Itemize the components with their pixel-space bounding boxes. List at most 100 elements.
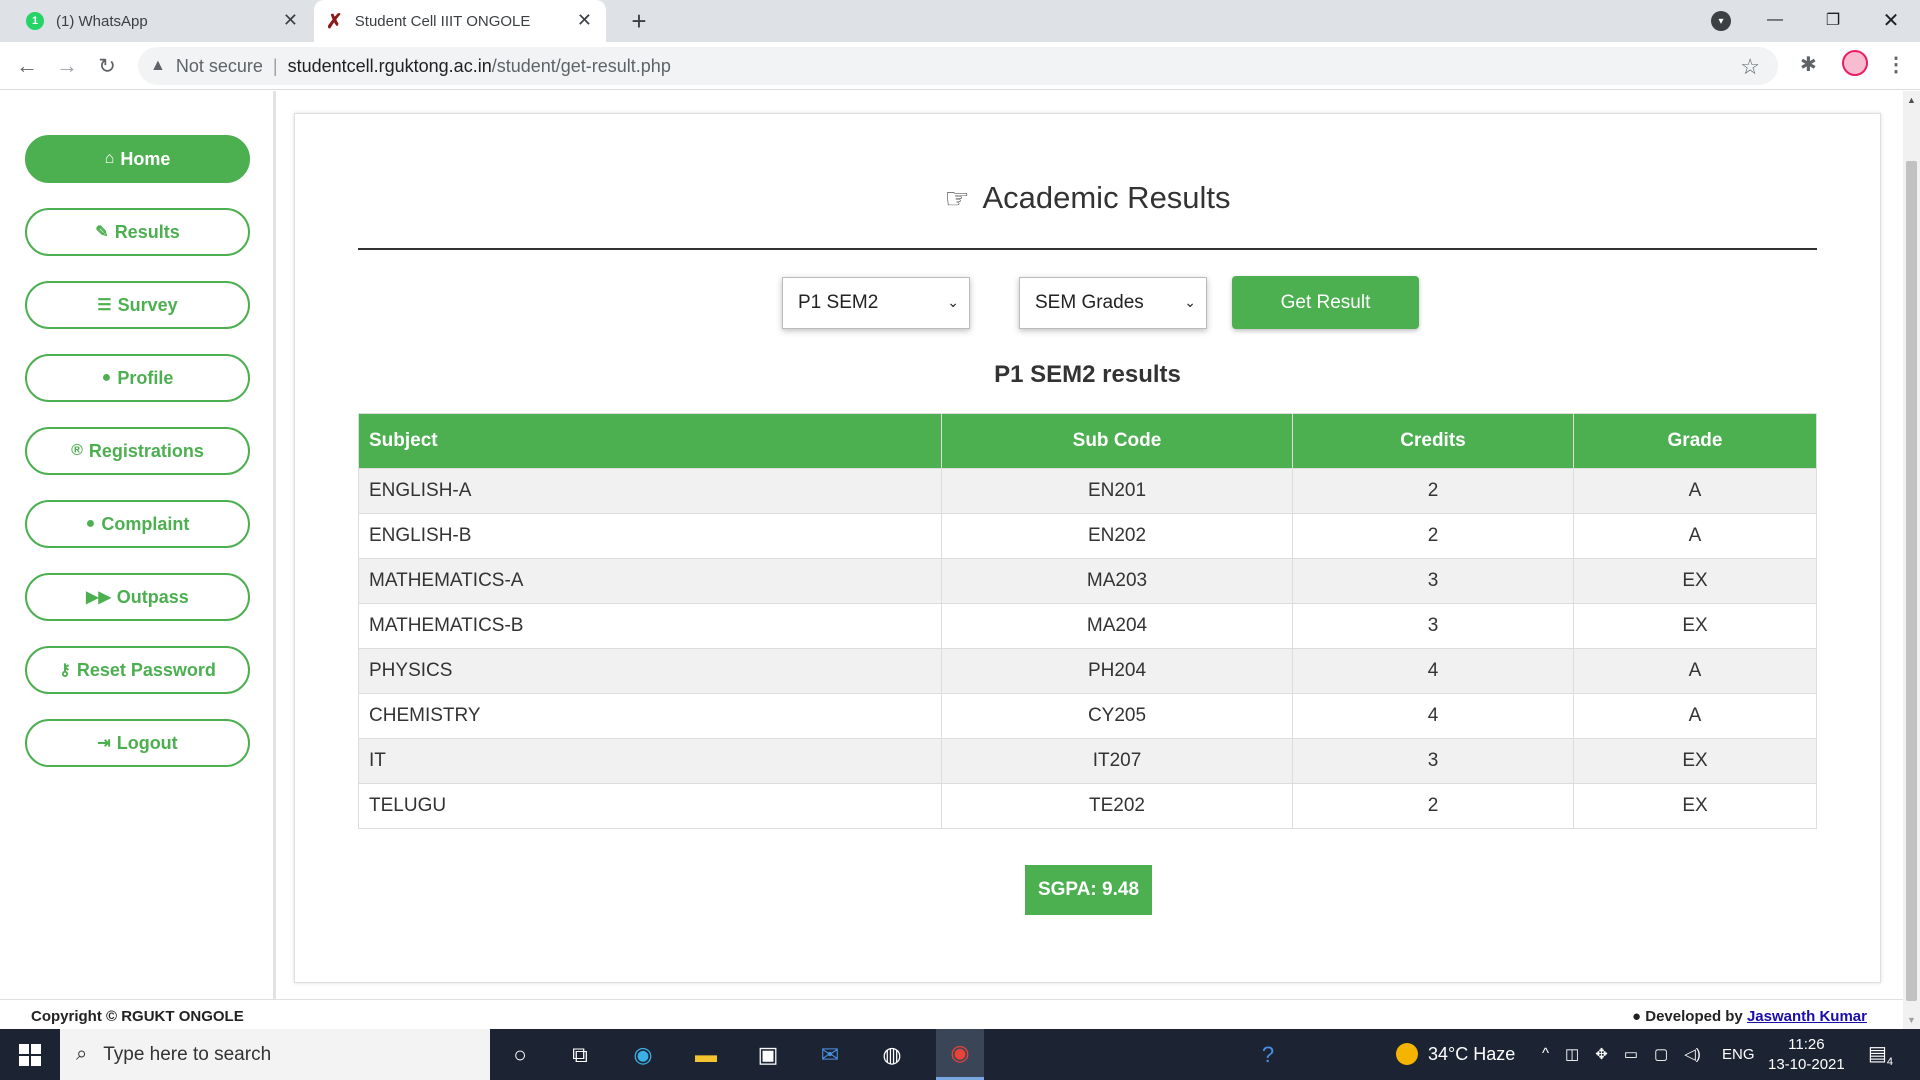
cell-sub-code: IT207 (941, 738, 1293, 784)
tab-student-cell[interactable]: ✗ Student Cell IIIT ONGOLE ✕ (314, 0, 606, 42)
new-tab-button[interactable]: + (624, 6, 654, 36)
security-label[interactable]: Not secure (176, 56, 263, 77)
start-button[interactable] (0, 1029, 60, 1080)
url-host: studentcell.rguktong.ac.in (287, 55, 492, 76)
cell-credits: 3 (1292, 738, 1574, 784)
search-icon: ⌕ (76, 1043, 88, 1065)
cell-subject: PHYSICS (358, 648, 942, 694)
store-icon[interactable]: ▣ (750, 1037, 786, 1073)
network-icon[interactable]: ▢ (1654, 1045, 1668, 1063)
url-text[interactable]: studentcell.rguktong.ac.in/student/get-r… (288, 56, 671, 77)
meet-now-icon[interactable]: ◫ (1565, 1045, 1579, 1063)
result-title: P1 SEM2 results (994, 361, 1181, 388)
result-type-select[interactable]: SEM Grades ⌄ (1019, 277, 1207, 329)
language-indicator[interactable]: ENG (1722, 1046, 1755, 1063)
table-row: MATHEMATICS-A MA203 3 EX (358, 558, 1817, 604)
heading-divider (358, 248, 1817, 250)
kebab-menu-icon[interactable]: ⋮ (1886, 52, 1906, 77)
mail-icon[interactable]: ✉ (812, 1037, 848, 1073)
reload-icon[interactable]: ↻ (93, 52, 121, 80)
taskbar-search-box[interactable]: ⌕ Type here to search (60, 1029, 490, 1080)
bookmark-star-icon[interactable]: ☆ (1740, 54, 1760, 80)
semester-select[interactable]: P1 SEM2 ⌄ (782, 277, 970, 329)
dropbox-icon[interactable]: ✥ (1595, 1045, 1608, 1063)
sidebar-item-label: Profile (117, 367, 174, 388)
column-header-grade: Grade (1573, 413, 1817, 469)
volume-icon[interactable]: ◁) (1684, 1045, 1701, 1063)
cell-sub-code: PH204 (941, 648, 1293, 694)
sidebar-item-label: Survey (117, 294, 178, 315)
close-window-button[interactable]: ✕ (1868, 4, 1914, 36)
chrome-icon[interactable]: ◉ (936, 1029, 984, 1080)
tab-search-icon[interactable]: ▾ (1711, 11, 1731, 31)
scroll-down-arrow-icon[interactable]: ▼ (1907, 1015, 1916, 1025)
page-footer: Copyright © RGUKT ONGOLE ● Developed by … (0, 999, 1903, 1029)
battery-icon[interactable]: ▭ (1624, 1045, 1638, 1063)
sidebar-item-survey[interactable]: ☰ Survey (25, 281, 250, 329)
sidebar-item-logout[interactable]: ⇥ Logout (25, 719, 250, 767)
home-icon: ⌂ (104, 150, 115, 167)
sidebar-item-registrations[interactable]: ® Registrations (25, 427, 250, 475)
sidebar-item-results[interactable]: ✎ Results (25, 208, 250, 256)
column-header-subject: Subject (358, 413, 942, 469)
address-bar[interactable]: ▲ Not secure | studentcell.rguktong.ac.i… (138, 47, 1778, 85)
notification-icon[interactable]: ▤4 (1868, 1041, 1893, 1068)
cell-sub-code: EN202 (941, 513, 1293, 559)
page-scrollbar[interactable]: ▲ ▼ (1903, 91, 1920, 1029)
cell-grade: EX (1573, 558, 1817, 604)
app-icon[interactable]: ◍ (874, 1037, 910, 1073)
cell-credits: 3 (1292, 558, 1574, 604)
comment-icon: ● (85, 515, 96, 532)
weather-text: 34°C Haze (1428, 1043, 1516, 1064)
sidebar-item-home[interactable]: ⌂ Home (25, 135, 250, 183)
chevron-up-icon[interactable]: ^ (1542, 1045, 1549, 1063)
cell-sub-code: CY205 (941, 693, 1293, 739)
cell-subject: ENGLISH-B (358, 513, 942, 559)
developer-link[interactable]: Jaswanth Kumar (1747, 1008, 1867, 1025)
forward-arrow-icon[interactable]: → (53, 52, 81, 80)
cell-grade: A (1573, 468, 1817, 514)
scrollbar-thumb[interactable] (1906, 161, 1917, 1001)
tab-whatsapp[interactable]: 1 (1) WhatsApp ✕ (12, 0, 312, 42)
cell-grade: EX (1573, 603, 1817, 649)
weather-widget[interactable]: 34°C Haze (1396, 1043, 1515, 1065)
scroll-up-arrow-icon[interactable]: ▲ (1907, 95, 1916, 105)
back-arrow-icon[interactable]: ← (13, 52, 41, 80)
cell-subject: MATHEMATICS-A (358, 558, 942, 604)
table-row: IT IT207 3 EX (358, 738, 1817, 784)
cell-subject: MATHEMATICS-B (358, 603, 942, 649)
task-view-icon[interactable]: ⧉ (562, 1037, 598, 1073)
sidebar-item-complaint[interactable]: ● Complaint (25, 500, 250, 548)
warning-icon[interactable]: ▲ (150, 57, 166, 75)
clock-time: 11:26 (1788, 1036, 1825, 1053)
minimize-button[interactable]: — (1752, 4, 1798, 36)
cell-credits: 3 (1292, 603, 1574, 649)
get-result-button[interactable]: Get Result (1232, 276, 1419, 329)
table-row: ENGLISH-A EN201 2 A (358, 468, 1817, 514)
sidebar-item-label: Registrations (88, 440, 204, 461)
web-page: ⌂ Home ✎ Results ☰ Survey ● Profile ® Re… (0, 91, 1903, 1029)
profile-avatar[interactable] (1842, 50, 1868, 76)
tab-title: (1) WhatsApp (56, 12, 148, 30)
close-tab-icon[interactable]: ✕ (283, 11, 298, 29)
close-tab-icon[interactable]: ✕ (577, 11, 592, 29)
sidebar-item-outpass[interactable]: ▶▶ Outpass (25, 573, 250, 621)
sidebar-item-reset-password[interactable]: ⚷ Reset Password (25, 646, 250, 694)
page-title-text: Academic Results (982, 180, 1231, 215)
cell-grade: A (1573, 648, 1817, 694)
cell-subject: ENGLISH-A (358, 468, 942, 514)
cell-sub-code: MA203 (941, 558, 1293, 604)
taskbar-clock[interactable]: 11:26 13-10-2021 (1768, 1035, 1845, 1075)
extensions-puzzle-icon[interactable]: ✱ (1800, 52, 1817, 77)
maximize-button[interactable]: ❐ (1810, 4, 1856, 36)
help-icon[interactable]: ? (1250, 1037, 1286, 1073)
cell-grade: A (1573, 693, 1817, 739)
sidebar-item-profile[interactable]: ● Profile (25, 354, 250, 402)
key-icon: ⚷ (59, 662, 71, 679)
file-explorer-icon[interactable]: ▬ (688, 1037, 724, 1073)
table-row: ENGLISH-B EN202 2 A (358, 513, 1817, 559)
url-path: /student/get-result.php (491, 55, 671, 76)
cortana-icon[interactable]: ○ (502, 1037, 538, 1073)
column-header-sub-code: Sub Code (941, 413, 1293, 469)
edge-browser-icon[interactable]: ◉ (625, 1037, 661, 1073)
